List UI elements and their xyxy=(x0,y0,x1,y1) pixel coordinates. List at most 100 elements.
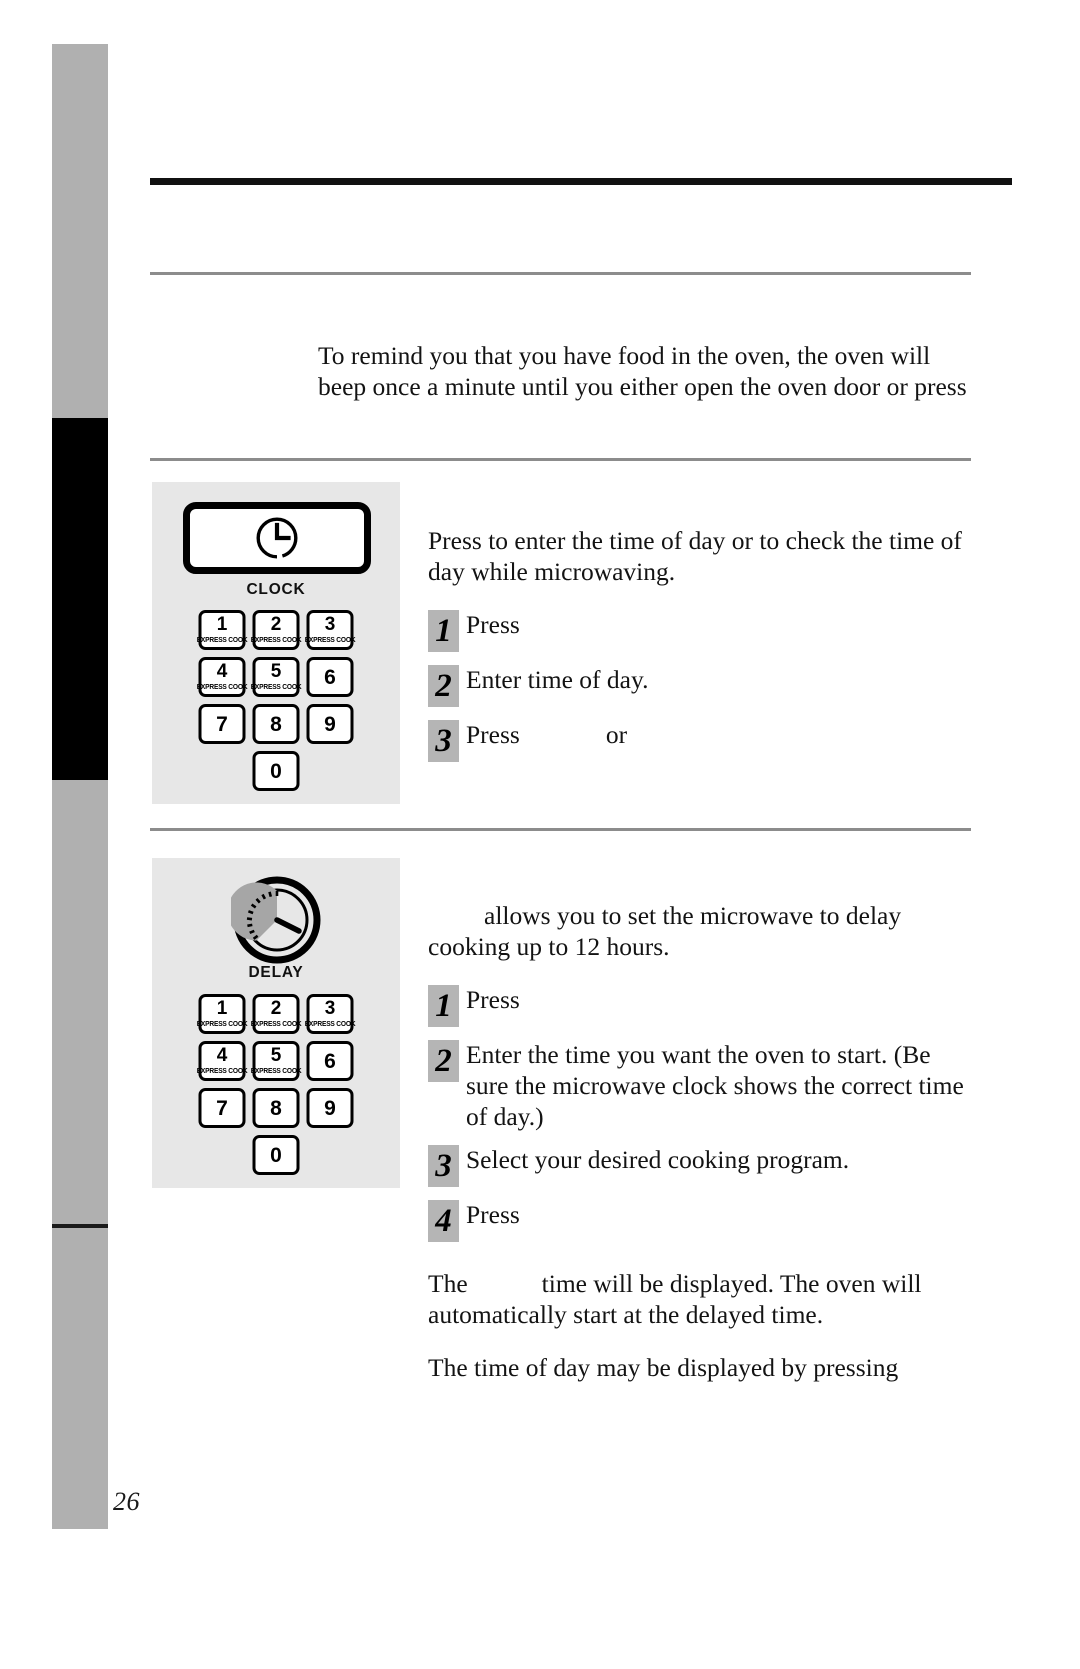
keypad-key-4[interactable]: 4 EXPRESS COOK xyxy=(197,1041,248,1081)
delay-timer-dial-icon[interactable] xyxy=(231,874,323,966)
step-text-pre: Enter the time you want the oven to star… xyxy=(466,1040,964,1131)
clock-button-caption: CLOCK xyxy=(246,581,306,598)
delay-lead-text: allows you to set the microwave to delay… xyxy=(428,901,902,961)
tail-pre: The xyxy=(428,1269,468,1298)
keypad-key-0[interactable]: 0 xyxy=(252,1135,300,1175)
keypad-row: 4 EXPRESS COOK 5 EXPRESS COOK 6 xyxy=(197,1041,354,1081)
step-number: 4 xyxy=(428,1200,459,1242)
clock-button[interactable] xyxy=(183,502,371,574)
keypad-key-3[interactable]: 3 EXPRESS COOK xyxy=(305,610,356,650)
step-number: 1 xyxy=(428,985,459,1027)
side-tab-divider xyxy=(52,1224,108,1228)
step-text: Select your desired cooking program. xyxy=(466,1144,973,1175)
step-item: 2 Enter the time you want the oven to st… xyxy=(428,1039,973,1132)
keypad-key-1[interactable]: 1 EXPRESS COOK xyxy=(196,994,248,1034)
keypad-row: 1 EXPRESS COOK 2 EXPRESS COOK 3 EXPRESS … xyxy=(196,994,356,1034)
clock-keypad: 1 EXPRESS COOK 2 EXPRESS COOK 3 EXPRESS … xyxy=(196,610,356,791)
key-digit: 2 xyxy=(270,614,282,636)
keypad-key-4[interactable]: 4 EXPRESS COOK xyxy=(196,657,248,697)
keypad-row: 4 EXPRESS COOK 5 EXPRESS COOK 6 xyxy=(196,657,354,697)
keypad-key-6[interactable]: 6 xyxy=(306,657,354,697)
tail-post: time will be displayed. The oven will au… xyxy=(428,1269,922,1329)
keypad-key-9[interactable]: 9 xyxy=(306,704,354,744)
delay-control-panel: DELAY 1 EXPRESS COOK 2 EXPRESS COOK 3 EX… xyxy=(152,858,400,1188)
step-number: 3 xyxy=(428,720,459,762)
step-item: 2 Enter time of day. xyxy=(428,664,973,707)
step-item: 4 Press xyxy=(428,1199,973,1242)
clock-icon xyxy=(256,517,298,559)
keypad-row: 7 8 9 xyxy=(198,1088,354,1128)
keypad-key-5[interactable]: 5 EXPRESS COOK xyxy=(250,657,302,697)
key-digit: 3 xyxy=(324,614,336,636)
step-text-pre: Press xyxy=(466,1200,520,1229)
delay-button-caption: DELAY xyxy=(248,964,304,981)
key-digit: 5 xyxy=(270,1045,282,1067)
step-text-pre: Press xyxy=(466,985,520,1014)
keypad-key-7[interactable]: 7 xyxy=(198,1088,246,1128)
keypad-key-5[interactable]: 5 EXPRESS COOK xyxy=(250,1041,302,1081)
delay-tail-paragraphs: The time will be displayed. The oven will… xyxy=(428,1268,973,1383)
step-item: 3 Select your desired cooking program. xyxy=(428,1144,973,1187)
key-digit: 5 xyxy=(270,661,282,683)
key-digit: 1 xyxy=(216,998,228,1020)
key-digit: 3 xyxy=(324,998,336,1020)
key-digit: 4 xyxy=(216,661,228,683)
step-text-mid: or xyxy=(605,720,628,749)
key-digit: 4 xyxy=(216,1045,228,1067)
side-tab-bar xyxy=(52,44,108,1529)
key-digit: 6 xyxy=(324,665,336,689)
divider-rule-delay xyxy=(150,828,971,831)
step-text-pre: Press xyxy=(466,720,520,749)
keypad-key-3[interactable]: 3 EXPRESS COOK xyxy=(304,994,356,1034)
keypad-key-8[interactable]: 8 xyxy=(252,1088,300,1128)
step-text-pre: Select your desired cooking program. xyxy=(466,1145,850,1174)
step-item: 1 Press xyxy=(428,609,973,652)
keypad-row: 0 xyxy=(252,1135,300,1175)
keypad-key-7[interactable]: 7 xyxy=(198,704,246,744)
step-text: Enter the time you want the oven to star… xyxy=(466,1039,973,1132)
keypad-key-0[interactable]: 0 xyxy=(252,751,300,791)
intro-paragraph: To remind you that you have food in the … xyxy=(318,340,978,402)
header-rule xyxy=(150,178,1012,185)
step-text-pre: Enter time of day. xyxy=(466,665,649,694)
keypad-row: 1 EXPRESS COOK 2 EXPRESS COOK 3 EXPRESS … xyxy=(197,610,356,650)
delay-step-list: 1 Press 2 Enter the time you want the ov… xyxy=(428,984,973,1242)
keypad-key-9[interactable]: 9 xyxy=(306,1088,354,1128)
key-digit: 1 xyxy=(216,614,228,636)
manual-page: 26 To remind you that you have food in t… xyxy=(0,0,1080,1669)
clock-lead-text: Press to enter the time of day or to che… xyxy=(428,526,962,586)
key-sublabel: EXPRESS COOK xyxy=(250,682,302,692)
key-digit: 7 xyxy=(216,1096,228,1120)
keypad-row: 0 xyxy=(252,751,300,791)
step-text-pre: Press xyxy=(466,610,520,639)
keypad-key-2[interactable]: 2 EXPRESS COOK xyxy=(251,610,302,650)
key-digit: 0 xyxy=(270,759,282,783)
key-sublabel: EXPRESS COOK xyxy=(304,1019,356,1029)
page-number: 26 xyxy=(113,1487,140,1516)
key-digit: 8 xyxy=(270,712,282,736)
key-digit: 0 xyxy=(270,1143,282,1167)
delay-tail-paragraph-2: The time of day may be displayed by pres… xyxy=(428,1352,973,1383)
key-sublabel: EXPRESS COOK xyxy=(250,1066,302,1076)
key-digit: 2 xyxy=(270,998,282,1020)
key-digit: 8 xyxy=(270,1096,282,1120)
step-text: Enter time of day. xyxy=(466,664,973,695)
step-text: Press or xyxy=(466,719,973,750)
key-sublabel: EXPRESS COOK xyxy=(250,1019,302,1029)
keypad-key-6[interactable]: 6 xyxy=(306,1041,354,1081)
keypad-key-1[interactable]: 1 EXPRESS COOK xyxy=(197,610,248,650)
clock-instructions: Press to enter the time of day or to che… xyxy=(428,525,973,774)
delay-tail-paragraph-1: The time will be displayed. The oven will… xyxy=(428,1268,973,1330)
keypad-key-8[interactable]: 8 xyxy=(252,704,300,744)
intro-text: To remind you that you have food in the … xyxy=(318,341,967,401)
step-text: Press xyxy=(466,984,973,1015)
step-number: 1 xyxy=(428,610,459,652)
divider-rule-top xyxy=(150,272,971,275)
clock-control-panel: CLOCK 1 EXPRESS COOK 2 EXPRESS COOK 3 EX… xyxy=(152,482,400,804)
key-sublabel: EXPRESS COOK xyxy=(196,1019,248,1029)
keypad-key-2[interactable]: 2 EXPRESS COOK xyxy=(250,994,302,1034)
step-text: Press xyxy=(466,609,973,640)
key-sublabel: EXPRESS COOK xyxy=(196,682,248,692)
tail-pre: The time of day may be displayed by pres… xyxy=(428,1353,899,1382)
key-digit: 9 xyxy=(324,712,336,736)
